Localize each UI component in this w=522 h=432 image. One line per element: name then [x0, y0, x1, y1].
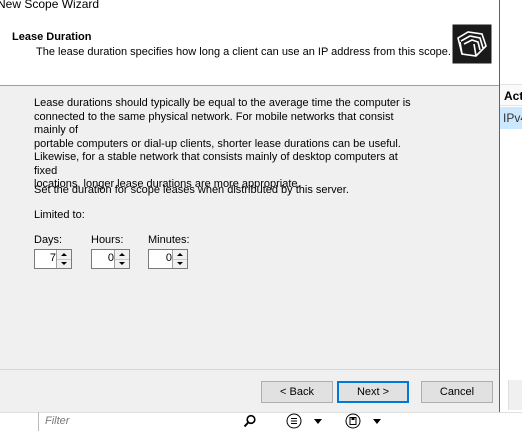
- minutes-decrement-button[interactable]: [173, 259, 187, 268]
- hours-spinner[interactable]: 0: [91, 249, 130, 269]
- arrow-up-icon: [119, 253, 125, 256]
- dialog-title: New Scope Wizard: [0, 0, 100, 11]
- arrow-down-icon: [119, 262, 125, 265]
- hours-label: Hours:: [91, 234, 124, 246]
- chevron-down-icon[interactable]: [373, 419, 381, 424]
- footer-divider: [0, 369, 499, 370]
- dialog-title-bar[interactable]: New Scope Wizard: [0, 0, 499, 14]
- background-selected-row[interactable]: IPv4: [500, 107, 522, 129]
- page-title: Lease Duration: [12, 31, 92, 43]
- wizard-header: Lease Duration The lease duration specif…: [0, 14, 499, 86]
- chevron-down-icon[interactable]: [314, 419, 322, 424]
- lease-description: Lease durations should typically be equa…: [34, 97, 414, 192]
- arrow-down-icon: [61, 262, 67, 265]
- filter-input[interactable]: Filter: [38, 412, 260, 431]
- list-icon[interactable]: [286, 413, 302, 429]
- hours-decrement-button[interactable]: [115, 259, 129, 268]
- days-spinner-arrows[interactable]: [56, 250, 71, 268]
- next-button[interactable]: Next >: [337, 381, 409, 403]
- arrow-up-icon: [61, 253, 67, 256]
- back-button[interactable]: < Back: [261, 381, 333, 403]
- background-column-header[interactable]: Actio: [500, 84, 522, 106]
- minutes-spinner[interactable]: 0: [148, 249, 188, 269]
- save-icon[interactable]: [345, 413, 361, 429]
- description-line: portable computers or dial-up clients, s…: [34, 137, 401, 150]
- limited-to-label: Limited to:: [34, 209, 85, 221]
- days-label: Days:: [34, 234, 63, 246]
- search-icon[interactable]: [243, 414, 257, 428]
- minutes-spinner-arrows[interactable]: [172, 250, 187, 268]
- arrow-up-icon: [177, 253, 183, 256]
- description-line: connected to the same physical network. …: [34, 110, 394, 137]
- background-scrollbar[interactable]: [508, 380, 522, 410]
- days-spinner[interactable]: 7: [34, 249, 72, 269]
- folders-stack-icon: [452, 24, 492, 64]
- page-subtitle: The lease duration specifies how long a …: [36, 46, 451, 58]
- days-decrement-button[interactable]: [57, 259, 71, 268]
- cancel-button[interactable]: Cancel: [421, 381, 493, 403]
- background-app-panel: [500, 0, 522, 431]
- set-duration-text: Set the duration for scope leases when d…: [34, 184, 349, 196]
- new-scope-wizard-dialog: New Scope Wizard Lease Duration The leas…: [0, 0, 500, 412]
- hours-spinner-arrows[interactable]: [114, 250, 129, 268]
- minutes-label: Minutes:: [148, 234, 190, 246]
- arrow-down-icon: [177, 262, 183, 265]
- description-line: Lease durations should typically be equa…: [34, 97, 411, 109]
- description-line: Likewise, for a stable network that cons…: [34, 151, 398, 177]
